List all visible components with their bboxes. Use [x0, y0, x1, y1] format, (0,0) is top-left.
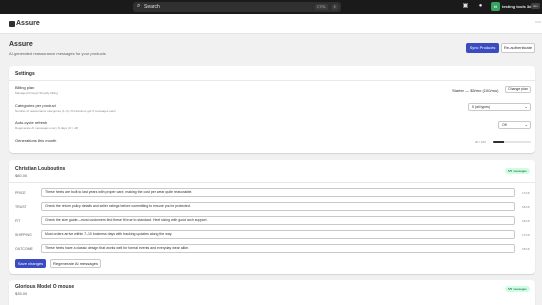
auto-refresh-select-value: Off	[502, 123, 507, 127]
field-label-fit: FIT	[15, 219, 21, 223]
search-label: Search	[144, 4, 160, 10]
app-title: Assure	[16, 20, 40, 27]
product-name: Christian Louboutins	[15, 166, 66, 172]
regenerate-messages-button[interactable]: Regenerate AI messages	[50, 259, 101, 268]
message-input-trust[interactable]: Check the return policy details and sell…	[41, 202, 515, 211]
admin-topbar: ⌕ Search CTRL K ▣ ● tt testing tools 3d …	[0, 0, 542, 14]
char-count-price: 17/18	[522, 191, 530, 195]
generations-progress	[493, 141, 531, 143]
product-price: $80.00	[15, 173, 28, 178]
message-input-shipping[interactable]: Most orders arrive within 7–10 business …	[41, 230, 515, 239]
save-changes-button[interactable]: Save changes	[15, 259, 46, 268]
chevron-down-icon: ⌄	[524, 122, 528, 127]
shortcut-ctrl: CTRL	[314, 4, 328, 10]
page-subtitle: AI-generated reassurance messages for yo…	[9, 51, 106, 56]
settings-card: Settings Billing plan Managed through Sh…	[9, 66, 535, 153]
field-label-price: PRICE	[15, 191, 26, 195]
billing-plan-hint: Managed through Shopify billing	[15, 91, 58, 95]
generations-progress-fill	[493, 141, 505, 143]
categories-select-value: 5 (all types)	[472, 105, 491, 109]
store-dev-badge: dev	[531, 3, 540, 9]
more-actions-icon[interactable]: ⋯	[535, 19, 541, 26]
char-count-outcome: 18/18	[522, 247, 530, 251]
auto-refresh-select[interactable]: Off ⌄	[498, 121, 531, 129]
message-count-badge: 5/5 messages	[505, 286, 530, 292]
generations-label: Generations this month	[15, 138, 57, 143]
change-plan-button[interactable]: Change plan	[505, 86, 531, 93]
app-logo-icon	[9, 21, 15, 27]
product-card: Christian Louboutins $80.00 5/5 messages…	[9, 160, 535, 274]
store-name[interactable]: testing tools 3d	[502, 4, 532, 9]
search-icon: ⌕	[137, 3, 141, 9]
product-card: Glorious Model O mouse $35.00 5/5 messag…	[9, 280, 535, 305]
bell-icon[interactable]: ●	[477, 3, 484, 10]
auto-refresh-label: Auto-cycle refresh	[15, 120, 48, 125]
store-icon[interactable]: ▣	[462, 3, 469, 10]
char-count-trust: 18/18	[522, 205, 530, 209]
settings-divider	[9, 80, 535, 81]
page-title: Assure	[9, 41, 33, 48]
chevron-down-icon: ⌄	[524, 104, 528, 109]
field-label-outcome: OUTCOME	[15, 247, 33, 251]
char-count-fit: 18/18	[522, 219, 530, 223]
billing-plan-label: Billing plan	[15, 85, 35, 90]
categories-hint: Number of reassurance categories (1–5). …	[15, 109, 116, 113]
app-titlebar: Assure ⋯	[0, 14, 542, 34]
re-authenticate-button[interactable]: Re-authenticate	[501, 43, 535, 53]
generations-count: 30 / 100	[475, 140, 486, 144]
message-input-fit[interactable]: Check the size guide—most customers find…	[41, 216, 515, 225]
field-label-trust: TRUST	[15, 205, 27, 209]
message-input-outcome[interactable]: These heels have a classic design that w…	[41, 244, 515, 253]
product-name: Glorious Model O mouse	[15, 284, 75, 290]
product-divider	[9, 182, 535, 183]
billing-plan-value: Starter — $5/mo (100/mo)	[452, 88, 499, 93]
shortcut-key: K	[331, 4, 338, 10]
categories-label: Categories per product	[15, 103, 56, 108]
char-count-shipping: 17/18	[522, 233, 530, 237]
message-input-price[interactable]: These heels are built to last years with…	[41, 188, 515, 197]
auto-refresh-hint: Regenerate AI messages every N days (0 =…	[15, 126, 79, 130]
field-label-shipping: SHIPPING	[15, 233, 32, 237]
product-price: $35.00	[15, 291, 28, 296]
categories-select[interactable]: 5 (all types) ⌄	[468, 103, 531, 111]
settings-title: Settings	[15, 71, 35, 77]
sync-products-button[interactable]: Sync Products	[466, 43, 499, 53]
message-count-badge: 5/5 messages	[505, 168, 530, 174]
store-avatar[interactable]: tt	[491, 2, 500, 11]
global-search[interactable]: ⌕ Search CTRL K	[133, 2, 341, 12]
